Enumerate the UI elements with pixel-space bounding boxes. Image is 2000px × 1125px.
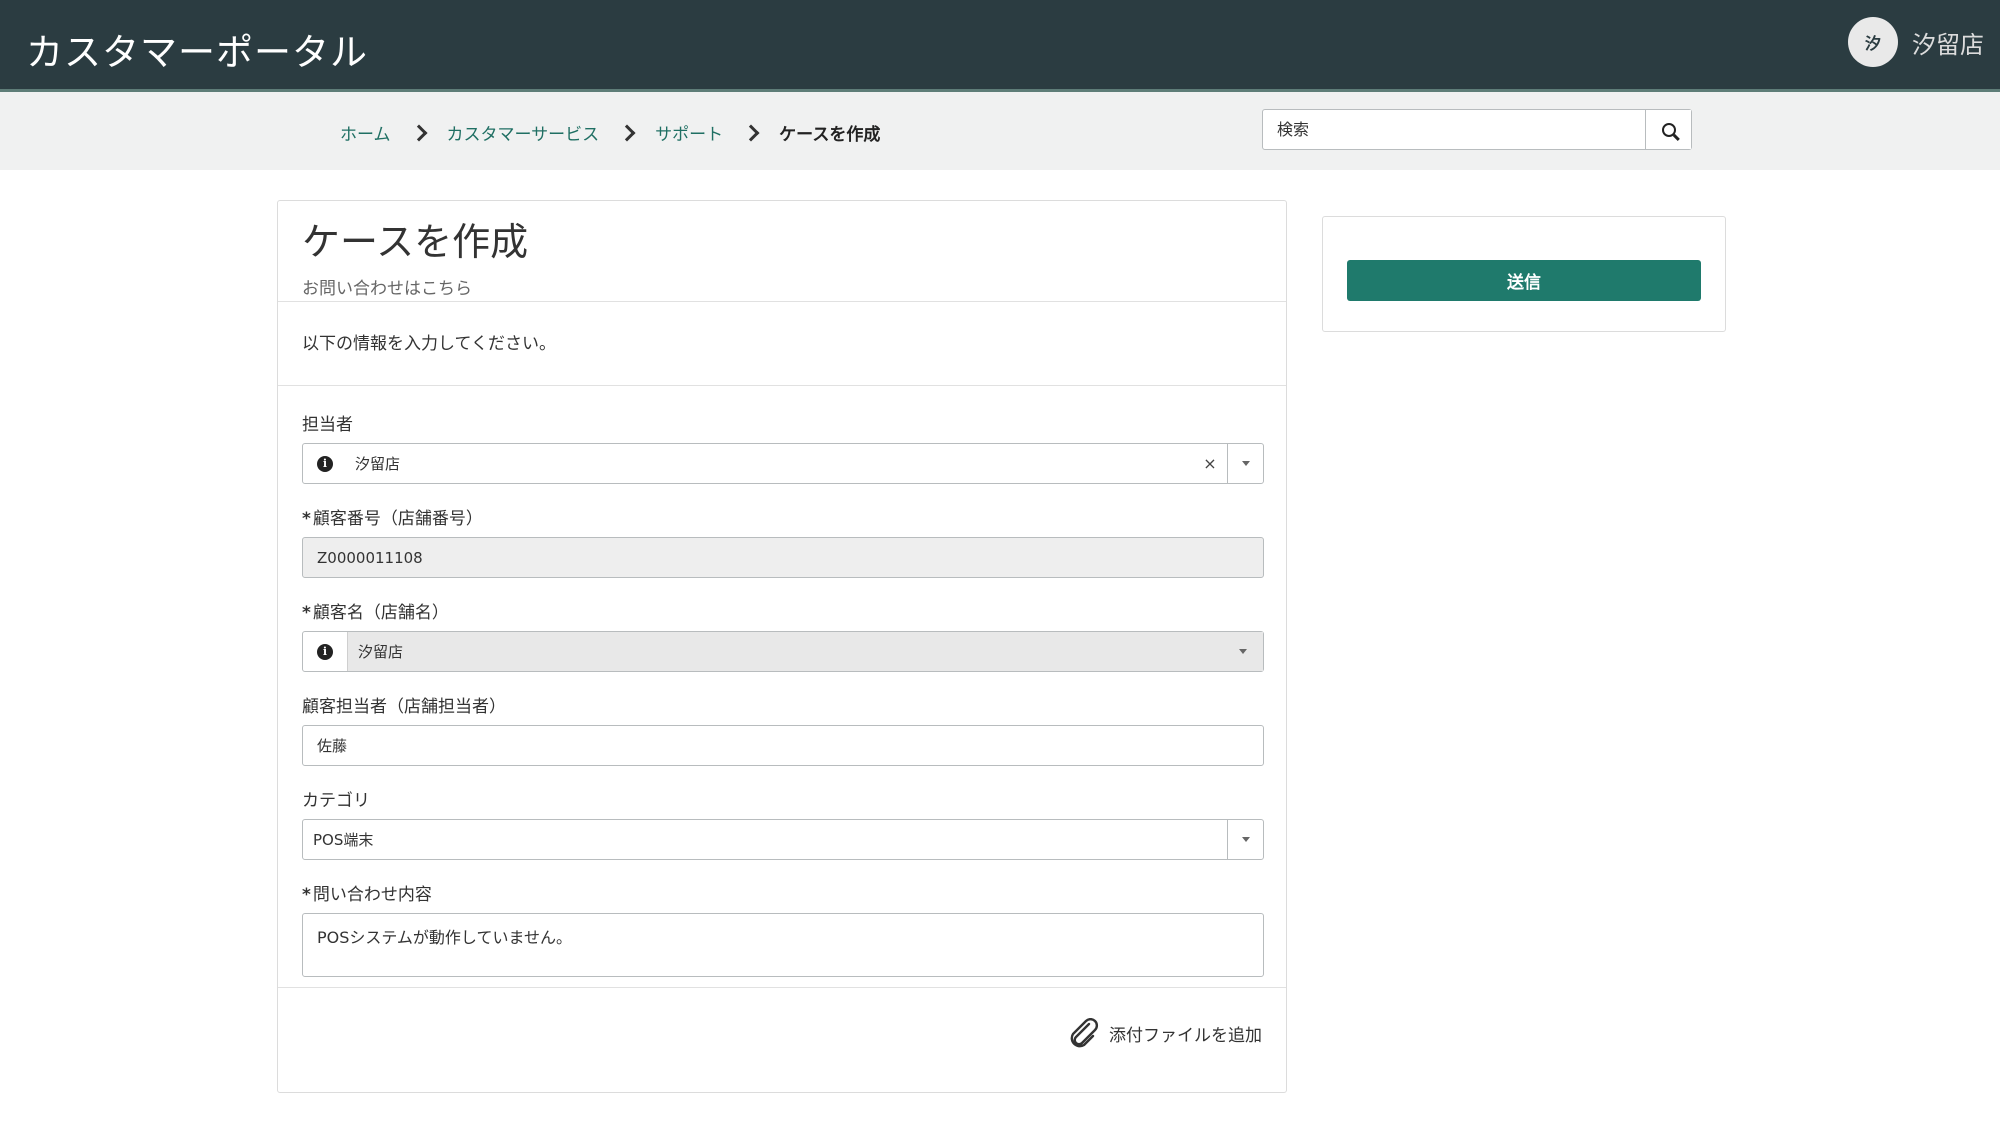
info-icon: i <box>317 643 333 660</box>
customer-name-select[interactable]: 汐留店 <box>347 632 1263 671</box>
breadcrumb-support[interactable]: サポート <box>655 120 723 145</box>
customer-number-label-text: 顧客番号（店舗番号） <box>312 509 483 529</box>
page-subtitle: お問い合わせはこちら <box>302 279 472 299</box>
search-icon <box>1661 122 1676 137</box>
chevron-right-icon <box>742 124 760 141</box>
category-group: カテゴリ POS端末 <box>302 786 1264 860</box>
submit-button[interactable]: 送信 <box>1347 260 1701 301</box>
breadcrumb-customer-service[interactable]: カスタマーサービス <box>447 120 600 145</box>
customer-name-value: 汐留店 <box>358 643 404 661</box>
actions-card: 送信 <box>1322 216 1726 332</box>
add-attachment-link[interactable]: 添付ファイルを追加 <box>1067 1018 1262 1048</box>
inquiry-textarea[interactable]: POSシステムが動作していません。 <box>302 913 1264 977</box>
search-box <box>1262 109 1692 150</box>
paperclip-icon <box>1070 1018 1098 1048</box>
inquiry-label: * 問い合わせ内容 <box>302 880 1262 905</box>
chevron-down-icon <box>1239 649 1247 654</box>
customer-name-group: * 顧客名（店舗名） i 汐留店 <box>302 598 1264 672</box>
add-attachment-label: 添付ファイルを追加 <box>1109 1025 1262 1046</box>
clear-icon[interactable]: × <box>1193 454 1227 473</box>
inquiry-label-text: 問い合わせ内容 <box>312 885 432 905</box>
avatar[interactable]: 汐 <box>1848 17 1898 67</box>
assignee-dropdown-toggle[interactable] <box>1227 444 1263 483</box>
search-input[interactable] <box>1263 110 1645 149</box>
customer-number-label: * 顧客番号（店舗番号） <box>302 504 1262 529</box>
breadcrumb-current: ケースを作成 <box>779 125 881 145</box>
navigation-bar: ホーム カスタマーサービス サポート ケースを作成 <box>0 92 2000 170</box>
required-mark: * <box>302 885 311 905</box>
customer-name-label: * 顧客名（店舗名） <box>302 598 1262 623</box>
customer-contact-label: 顧客担当者（店舗担当者） <box>302 697 506 717</box>
form-instruction: 以下の情報を入力してください。 <box>278 302 1286 386</box>
assignee-lookup[interactable]: i 汐留店 × <box>302 443 1264 484</box>
breadcrumb: ホーム カスタマーサービス サポート ケースを作成 <box>340 120 880 145</box>
assignee-value: 汐留店 <box>355 455 401 473</box>
customer-contact-value: 佐藤 <box>317 737 348 755</box>
info-icon-cell: i <box>303 632 347 671</box>
category-select[interactable]: POS端末 <box>302 819 1264 860</box>
customer-name-label-text: 顧客名（店舗名） <box>312 603 449 623</box>
card-header: ケースを作成 お問い合わせはこちら <box>278 201 1286 302</box>
customer-number-value: Z0000011108 <box>317 548 423 567</box>
card-footer: 添付ファイルを追加 <box>278 987 1286 1093</box>
user-menu[interactable]: 汐 汐留店 <box>1848 17 1984 67</box>
category-value: POS端末 <box>313 831 374 849</box>
top-header: カスタマーポータル 汐 汐留店 <box>0 0 2000 92</box>
breadcrumb-home[interactable]: ホーム <box>340 120 391 145</box>
user-name[interactable]: 汐留店 <box>1912 25 1984 60</box>
assignee-label: 担当者 <box>302 415 353 435</box>
customer-number-field[interactable]: Z0000011108 <box>302 537 1264 578</box>
chevron-right-icon <box>618 124 636 141</box>
required-mark: * <box>302 509 311 529</box>
customer-number-group: * 顧客番号（店舗番号） Z0000011108 <box>302 504 1264 578</box>
info-icon-cell: i <box>303 444 347 483</box>
info-icon: i <box>317 455 333 472</box>
customer-name-dropdown-toggle[interactable] <box>1223 649 1263 654</box>
assignee-group: 担当者 i 汐留店 × <box>302 410 1264 484</box>
required-mark: * <box>302 603 311 623</box>
chevron-down-icon <box>1241 461 1250 466</box>
chevron-right-icon <box>410 124 427 141</box>
case-form: 担当者 i 汐留店 × * 顧客番号（店舗番号） Z0000011108 * 顧客名… <box>278 386 1286 977</box>
inquiry-group: * 問い合わせ内容 POSシステムが動作していません。 <box>302 880 1264 977</box>
customer-name-lookup[interactable]: i 汐留店 <box>302 631 1264 672</box>
customer-contact-field[interactable]: 佐藤 <box>302 725 1264 766</box>
chevron-down-icon <box>1241 837 1250 842</box>
category-label: カテゴリ <box>302 791 370 811</box>
case-form-card: ケースを作成 お問い合わせはこちら 以下の情報を入力してください。 担当者 i … <box>277 200 1287 1093</box>
customer-contact-group: 顧客担当者（店舗担当者） 佐藤 <box>302 692 1264 766</box>
search-button[interactable] <box>1645 110 1691 149</box>
category-dropdown-toggle[interactable] <box>1227 820 1263 859</box>
page-title: ケースを作成 <box>302 220 529 264</box>
app-title[interactable]: カスタマーポータル <box>26 22 368 76</box>
